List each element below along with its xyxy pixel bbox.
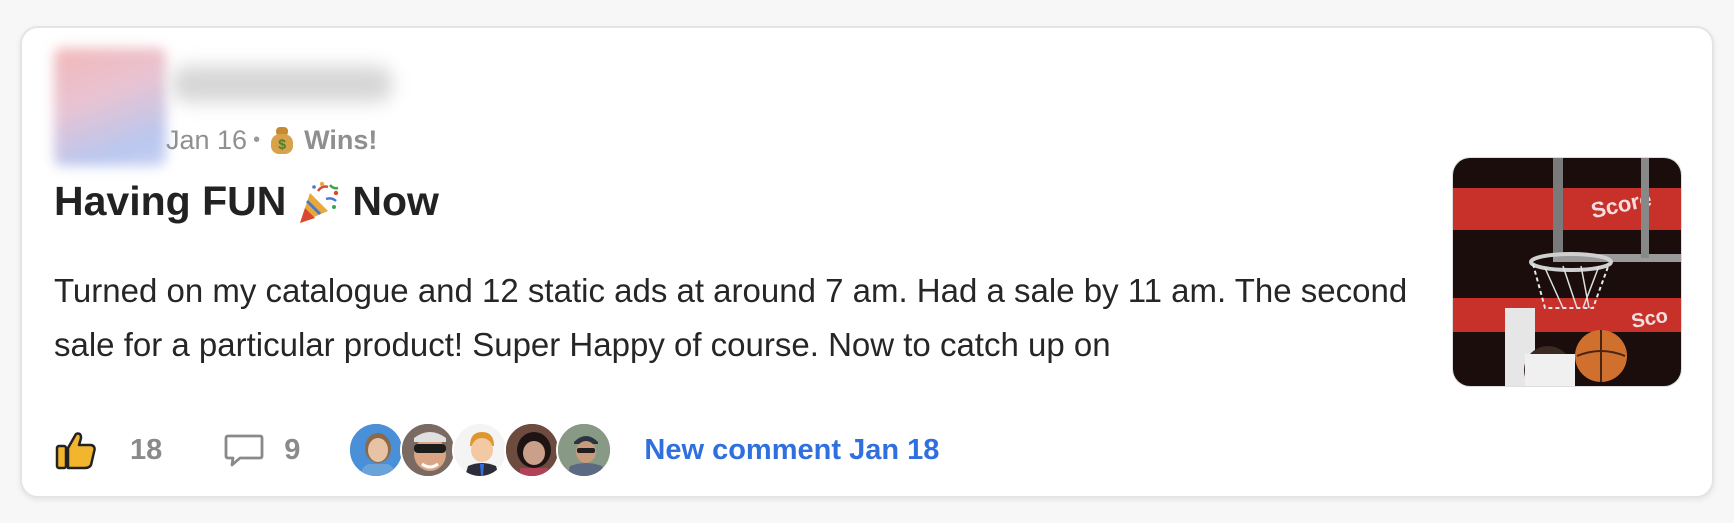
post-title-part1: Having FUN [54, 178, 287, 224]
author-avatar[interactable] [54, 48, 166, 166]
commenter-avatar[interactable] [348, 422, 405, 478]
like-button[interactable]: 18 [54, 428, 162, 472]
post-meta: Jan 16 • $ Wins! [166, 120, 377, 160]
post-footer: 18 9 New comment Jan 18 [54, 420, 939, 480]
comment-count: 9 [284, 433, 301, 466]
post-thumbnail[interactable]: Score Sco [1452, 157, 1682, 387]
commenter-avatar[interactable] [504, 422, 561, 478]
commenter-avatar[interactable] [556, 422, 613, 478]
money-bag-icon: $ [270, 126, 294, 154]
post-card[interactable]: Jan 16 • $ Wins! Having FUN Now Turned o… [20, 26, 1714, 498]
post-category[interactable]: Wins! [304, 125, 377, 156]
commenter-avatar[interactable] [400, 422, 457, 478]
commenter-avatars[interactable] [348, 422, 613, 478]
post-date: Jan 16 [166, 124, 248, 155]
post-title-part2: Now [352, 178, 439, 224]
like-count: 18 [130, 433, 163, 466]
party-popper-icon [300, 181, 339, 223]
new-comment-link[interactable]: New comment Jan 18 [644, 434, 939, 467]
comment-button[interactable]: 9 [222, 428, 300, 472]
thumbs-up-icon [55, 432, 96, 470]
post-title[interactable]: Having FUN Now [54, 178, 439, 225]
author-name[interactable] [172, 66, 392, 102]
meta-separator: • [253, 128, 261, 151]
basketball-dunk-image: Score Sco [1453, 158, 1681, 386]
comment-bubble-icon [224, 434, 264, 467]
commenter-avatar[interactable] [452, 422, 509, 478]
post-body[interactable]: Turned on my catalogue and 12 static ads… [54, 264, 1414, 372]
